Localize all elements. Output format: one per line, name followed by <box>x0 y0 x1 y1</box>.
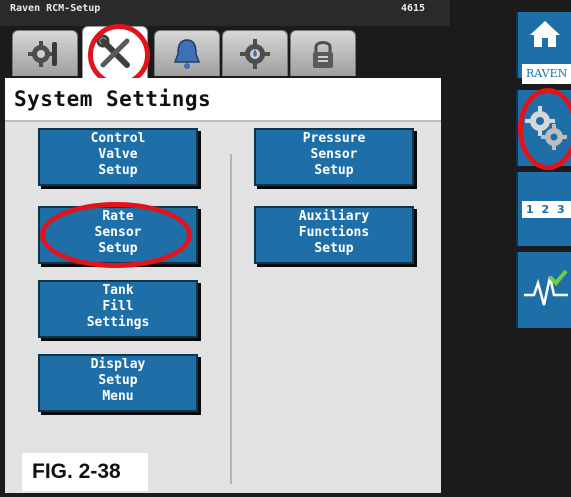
page-title: System Settings <box>14 87 212 111</box>
diagnostics-button[interactable] <box>516 252 571 328</box>
bell-icon <box>173 38 201 69</box>
home-button[interactable]: RAVEN <box>516 12 571 84</box>
pressure-sensor-setup-button[interactable]: Pressure Sensor Setup <box>254 128 414 186</box>
control-valve-setup-button[interactable]: Control Valve Setup <box>38 128 198 186</box>
settings-panel: System Settings Control Valve Setup Rate… <box>5 78 441 493</box>
gears-icon <box>525 106 567 150</box>
auxiliary-functions-setup-button[interactable]: Auxiliary Functions Setup <box>254 206 414 264</box>
tab-product[interactable] <box>222 30 288 76</box>
tab-settings[interactable] <box>82 26 148 78</box>
rate-sensor-setup-button[interactable]: Rate Sensor Setup <box>38 206 198 264</box>
numbers-label: 1 2 3 <box>522 201 571 218</box>
heartbeat-check-icon <box>524 269 568 306</box>
tab-strip <box>0 12 450 86</box>
figure-label: FIG. 2-38 <box>22 453 148 491</box>
tank-fill-settings-button[interactable]: Tank Fill Settings <box>38 280 198 338</box>
gear-wrench-icon <box>28 40 57 67</box>
panel-header: System Settings <box>5 78 441 122</box>
home-icon <box>530 21 560 47</box>
settings-button[interactable] <box>516 90 571 166</box>
display-setup-menu-button[interactable]: Display Setup Menu <box>38 354 198 412</box>
lock-icon <box>313 40 333 68</box>
tab-tools[interactable] <box>12 30 78 76</box>
right-sidebar: RAVEN 1 2 3 <box>516 0 571 497</box>
tab-alarms[interactable] <box>154 30 220 76</box>
gear-drop-icon <box>240 38 270 69</box>
wrench-screwdriver-icon <box>96 34 130 68</box>
raven-logo-label: RAVEN <box>522 64 571 84</box>
tab-security[interactable] <box>290 30 356 76</box>
column-divider <box>230 154 232 484</box>
numbers-button[interactable]: 1 2 3 <box>516 172 571 246</box>
